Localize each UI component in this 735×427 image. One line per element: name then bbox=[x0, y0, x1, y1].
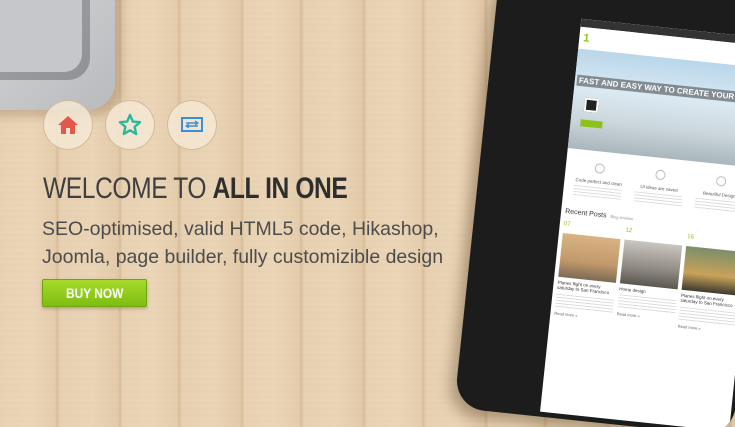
page-title: WELCOME TO ALL IN ONE bbox=[43, 172, 348, 206]
screen-hero-banner: FAST AND EASY WAY TO CREATE YOUR WEBSITE bbox=[567, 48, 735, 168]
post-image bbox=[681, 245, 735, 296]
monitor-icon bbox=[181, 117, 203, 132]
screen-feature: Beautiful Design bbox=[693, 174, 735, 213]
screen-feature: UI ideas are saved bbox=[633, 167, 685, 207]
star-icon bbox=[118, 113, 142, 136]
description-line-2: Joomla, page builder, fully customizible… bbox=[42, 246, 444, 268]
post-image bbox=[619, 239, 683, 290]
post-image bbox=[558, 233, 621, 283]
screen-hero-button bbox=[580, 119, 603, 129]
feature-icon bbox=[715, 175, 727, 187]
title-brand: ALL IN ONE bbox=[212, 172, 348, 205]
screen-posts: 07 Planes flight on every saturday to Sa… bbox=[550, 217, 735, 339]
screen-hero-title: FAST AND EASY WAY TO CREATE YOUR WEBSITE bbox=[576, 74, 735, 107]
monitor-icon-button[interactable] bbox=[167, 100, 217, 150]
home-icon bbox=[58, 116, 78, 134]
description-line-1: SEO-optimised, valid HTML5 code, Hikasho… bbox=[42, 218, 439, 240]
screen-feature: Code perfect and clean bbox=[573, 161, 624, 200]
tablet-screen: 1 ▬ ▬ ▬ FAST AND EASY WAY TO CREATE YOUR… bbox=[540, 18, 735, 427]
title-prefix: WELCOME TO bbox=[43, 172, 213, 205]
screen-post: 16 Planes flight on every saturday to Sa… bbox=[678, 234, 735, 334]
feature-icon bbox=[594, 163, 606, 175]
site-logo: 1 bbox=[582, 32, 591, 45]
buy-now-label: BUY NOW bbox=[65, 285, 124, 301]
screen-post: 12 Home design Read more » bbox=[616, 228, 684, 328]
buy-now-button[interactable]: BUY NOW bbox=[42, 279, 147, 307]
screen-post: 07 Planes flight on every saturday to Sa… bbox=[554, 221, 622, 321]
star-icon-button[interactable] bbox=[105, 100, 155, 150]
tablet-mockup: 1 ▬ ▬ ▬ FAST AND EASY WAY TO CREATE YOUR… bbox=[454, 0, 735, 427]
home-icon-button[interactable] bbox=[43, 100, 93, 150]
feature-icon bbox=[654, 169, 666, 181]
laptop-corner-image bbox=[0, 0, 115, 110]
qr-code-icon bbox=[583, 97, 600, 113]
